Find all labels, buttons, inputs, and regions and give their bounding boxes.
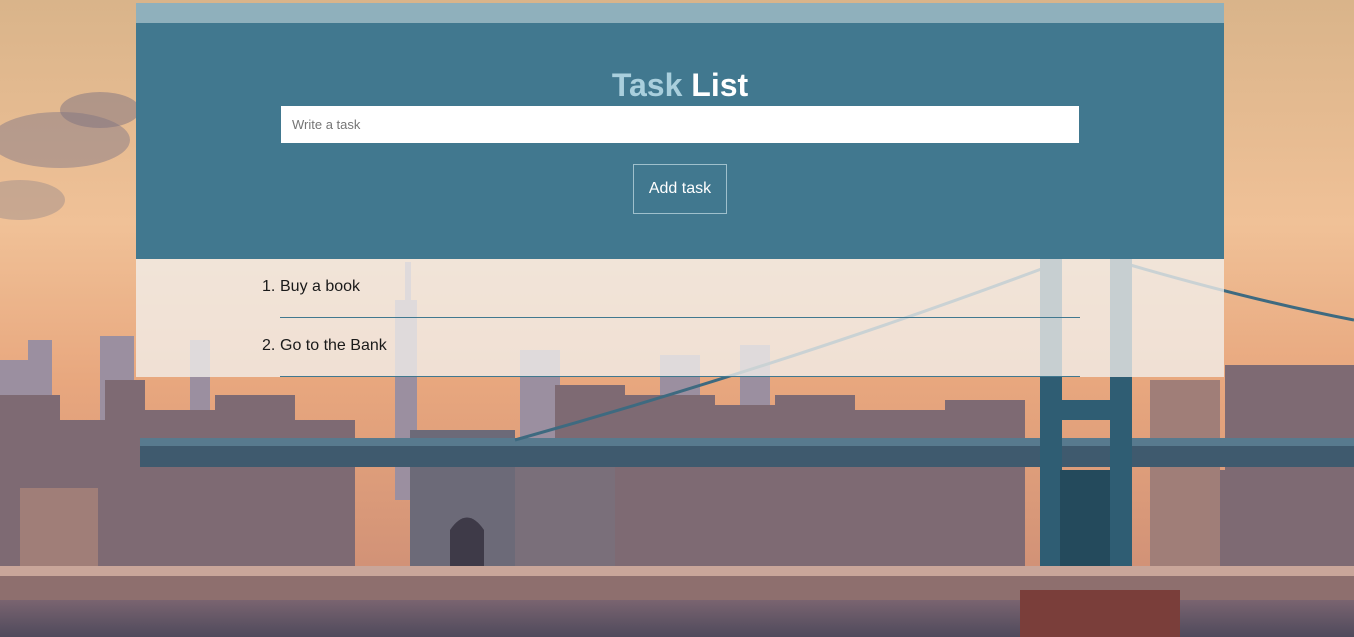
task-list-app: Task List Add task 1. Buy a book 2. Go t… <box>136 3 1224 377</box>
task-text: Go to the Bank <box>280 337 387 354</box>
task-item[interactable]: 1. Buy a book <box>262 259 1080 318</box>
header-panel: Task List Add task <box>136 23 1224 259</box>
task-list-panel: 1. Buy a book 2. Go to the Bank <box>136 259 1224 377</box>
top-strip <box>136 3 1224 23</box>
title-word-task: Task <box>611 67 683 103</box>
task-number: 1. <box>262 278 276 295</box>
task-item[interactable]: 2. Go to the Bank <box>262 318 1080 377</box>
task-input[interactable] <box>281 106 1079 143</box>
add-task-button[interactable]: Add task <box>633 164 727 214</box>
title-word-list: List <box>691 67 749 103</box>
page-title: Task List <box>136 67 1224 103</box>
task-number: 2. <box>262 337 276 354</box>
task-text: Buy a book <box>280 278 361 295</box>
